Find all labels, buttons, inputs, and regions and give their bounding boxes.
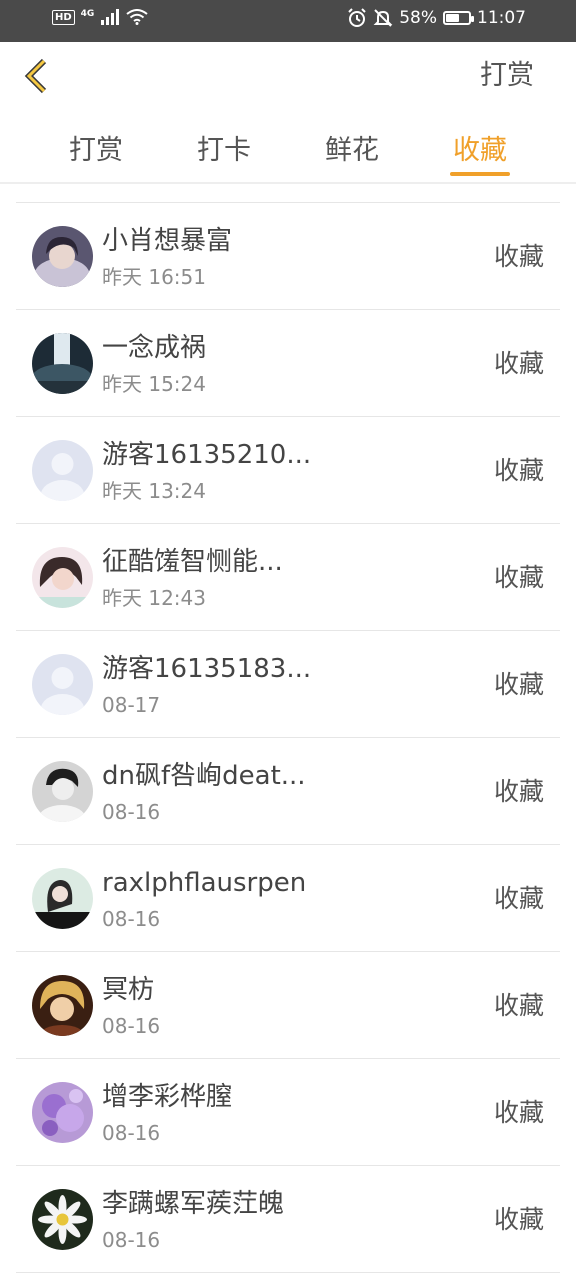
timestamp: 08-16 xyxy=(102,1014,161,1038)
list-item[interactable]: 冥枋 08-16 收藏 xyxy=(16,952,560,1059)
chevron-left-icon xyxy=(24,58,47,94)
hd-indicator: HD xyxy=(52,9,75,25)
battery-icon xyxy=(443,11,474,25)
favorite-label: 收藏 xyxy=(493,349,544,378)
list-item[interactable]: 李蹒螺军蒺茳魄 08-16 收藏 xyxy=(16,1166,560,1273)
timestamp: 08-16 xyxy=(102,800,161,824)
avatar xyxy=(32,440,93,501)
header-bar: 打赏 xyxy=(0,42,576,112)
list-item[interactable]: 游客16135183... 08-17 收藏 xyxy=(16,631,560,738)
user-name: 小肖想暴富 xyxy=(102,226,233,256)
status-bar: HD 4G 58% 11:07 xyxy=(0,0,576,42)
user-name: 李蹒螺军蒺茳魄 xyxy=(102,1189,285,1219)
avatar xyxy=(32,1189,93,1250)
avatar xyxy=(32,226,93,287)
user-name: raxlphflausrpen xyxy=(102,868,307,898)
tab-flowers[interactable]: 鲜花 xyxy=(292,128,412,167)
user-name: 征酷馐智恻能... xyxy=(102,547,283,577)
avatar xyxy=(32,333,93,394)
battery-level xyxy=(446,14,459,22)
wifi-icon xyxy=(126,9,148,25)
timestamp: 08-16 xyxy=(102,1228,161,1252)
favorites-list: 小肖想暴富 昨天 16:51 收藏 一念成祸 昨天 15:24 收藏 游客161… xyxy=(16,202,560,1273)
user-name: 一念成祸 xyxy=(102,333,207,363)
list-item[interactable]: 小肖想暴富 昨天 16:51 收藏 xyxy=(16,203,560,310)
favorite-label: 收藏 xyxy=(493,563,544,592)
favorite-label: 收藏 xyxy=(493,1205,544,1234)
avatar xyxy=(32,761,93,822)
favorite-label: 收藏 xyxy=(493,242,544,271)
user-name: 冥枋 xyxy=(102,975,155,1005)
list-item[interactable]: 增李彩桦膣 08-16 收藏 xyxy=(16,1059,560,1166)
list-item[interactable]: 一念成祸 昨天 15:24 收藏 xyxy=(16,310,560,417)
user-name: 游客16135210... xyxy=(102,440,312,470)
favorite-label: 收藏 xyxy=(493,991,544,1020)
battery-cap xyxy=(471,16,474,22)
list-item[interactable]: raxlphflausrpen 08-16 收藏 xyxy=(16,845,560,952)
status-right: 58% 11:07 xyxy=(347,8,526,28)
user-name: dn砜f咎峋deat... xyxy=(102,761,306,791)
favorite-label: 收藏 xyxy=(493,777,544,806)
battery-percent: 58% xyxy=(399,8,437,28)
avatar xyxy=(32,654,93,715)
favorite-label: 收藏 xyxy=(493,1098,544,1127)
timestamp: 昨天 15:24 xyxy=(102,372,206,396)
network-type: 4G xyxy=(80,9,95,19)
tab-checkin[interactable]: 打卡 xyxy=(164,128,284,167)
favorite-label: 收藏 xyxy=(493,456,544,485)
timestamp: 08-16 xyxy=(102,907,161,931)
mute-icon xyxy=(373,9,393,27)
list-item[interactable]: 征酷馐智恻能... 昨天 12:43 收藏 xyxy=(16,524,560,631)
timestamp: 昨天 16:51 xyxy=(102,265,206,289)
list-item[interactable]: 游客16135210... 昨天 13:24 收藏 xyxy=(16,417,560,524)
avatar xyxy=(32,868,93,929)
tabs-divider xyxy=(0,182,576,184)
avatar xyxy=(32,975,93,1036)
user-name: 游客16135183... xyxy=(102,654,312,684)
timestamp: 昨天 12:43 xyxy=(102,586,206,610)
signal-icon xyxy=(101,9,120,25)
list-item[interactable]: dn砜f咎峋deat... 08-16 收藏 xyxy=(16,738,560,845)
reward-header-button[interactable]: 打赏 xyxy=(480,56,534,96)
avatar xyxy=(32,547,93,608)
status-left: HD 4G xyxy=(52,9,148,25)
favorite-label: 收藏 xyxy=(493,670,544,699)
user-name: 增李彩桦膣 xyxy=(102,1082,233,1112)
timestamp: 08-16 xyxy=(102,1121,161,1145)
tab-reward[interactable]: 打赏 xyxy=(36,128,156,167)
clock: 11:07 xyxy=(477,8,526,28)
alarm-icon xyxy=(348,8,366,27)
timestamp: 昨天 13:24 xyxy=(102,479,206,503)
avatar xyxy=(32,1082,93,1143)
favorite-label: 收藏 xyxy=(493,884,544,913)
active-tab-indicator xyxy=(450,172,510,176)
tab-favorites[interactable]: 收藏 xyxy=(420,128,540,167)
timestamp: 08-17 xyxy=(102,693,161,717)
back-button[interactable] xyxy=(18,56,58,96)
